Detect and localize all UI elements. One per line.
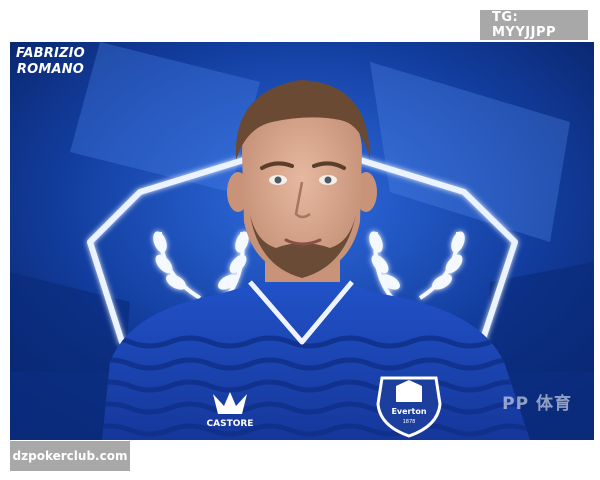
reporter-last-name: ROMANO	[16, 62, 85, 77]
crest-year: 1878	[403, 419, 416, 425]
reporter-watermark: FABRIZIO ROMANO	[16, 46, 85, 78]
player-announcement-photo: CASTORE Everton 1878 FABRIZIO ROMANO PP …	[10, 42, 594, 440]
pp-sports-watermark: PP 体育	[502, 394, 572, 414]
reporter-first-name: FABRIZIO	[16, 46, 85, 61]
site-watermark-badge: dzpokerclub.com	[10, 441, 130, 471]
photo-scene: CASTORE Everton 1878	[10, 42, 594, 440]
crest-name: Everton	[391, 407, 426, 416]
telegram-tag-badge: TG: MYYJJPP	[480, 10, 588, 40]
kit-brand-label: CASTORE	[207, 419, 254, 429]
